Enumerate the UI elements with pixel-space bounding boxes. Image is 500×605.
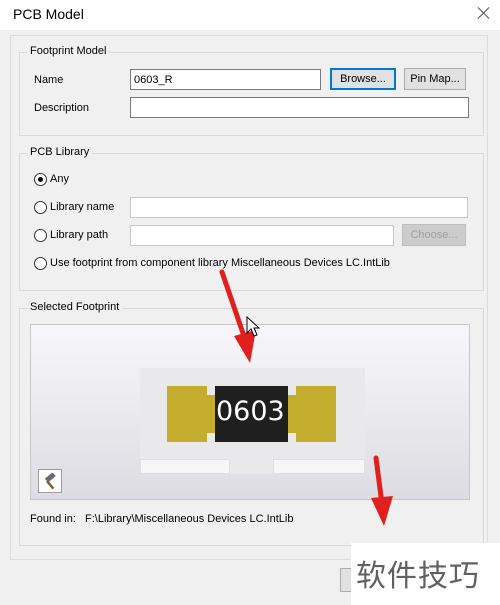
footprint-designator: 0603 xyxy=(216,396,285,427)
silk-bottom-right xyxy=(273,459,365,474)
component-library-radio[interactable] xyxy=(34,257,47,270)
found-in-path: F:\Library\Miscellaneous Devices LC.IntL… xyxy=(85,513,294,525)
footprint-model-title: Footprint Model xyxy=(27,45,110,57)
footprint-model-group: Footprint Model xyxy=(19,45,484,136)
watermark: 软件技巧 xyxy=(351,543,500,605)
description-input[interactable] xyxy=(130,97,469,118)
title-bar: PCB Model xyxy=(0,0,500,30)
window-title: PCB Model xyxy=(13,6,84,22)
pad-right-notch-bottom xyxy=(287,433,296,442)
pin-map-button[interactable]: Pin Map... xyxy=(404,68,466,90)
library-path-input[interactable] xyxy=(130,225,394,246)
library-name-input[interactable] xyxy=(130,197,468,218)
browse-button[interactable]: Browse... xyxy=(330,68,396,90)
pad-right-notch-top xyxy=(287,386,296,395)
library-path-radio[interactable] xyxy=(34,229,47,242)
name-label: Name xyxy=(34,74,64,86)
library-path-label: Library path xyxy=(50,229,109,241)
library-name-label: Library name xyxy=(50,201,115,213)
any-radio[interactable] xyxy=(34,173,47,186)
pcb-library-title: PCB Library xyxy=(27,146,93,158)
selected-footprint-title: Selected Footprint xyxy=(27,301,123,313)
found-in-label: Found in: xyxy=(30,513,76,525)
watermark-text: 软件技巧 xyxy=(356,559,480,594)
name-input[interactable] xyxy=(130,69,321,90)
hammer-icon[interactable] xyxy=(38,469,62,493)
mouse-cursor-icon xyxy=(246,316,261,337)
annotation-arrow-2 xyxy=(371,455,393,526)
any-label: Any xyxy=(50,173,69,185)
close-icon[interactable] xyxy=(476,4,492,22)
description-label: Description xyxy=(34,102,90,114)
silk-bottom-left xyxy=(140,459,230,474)
library-name-radio[interactable] xyxy=(34,201,47,214)
choose-button[interactable]: Choose... xyxy=(402,224,466,246)
